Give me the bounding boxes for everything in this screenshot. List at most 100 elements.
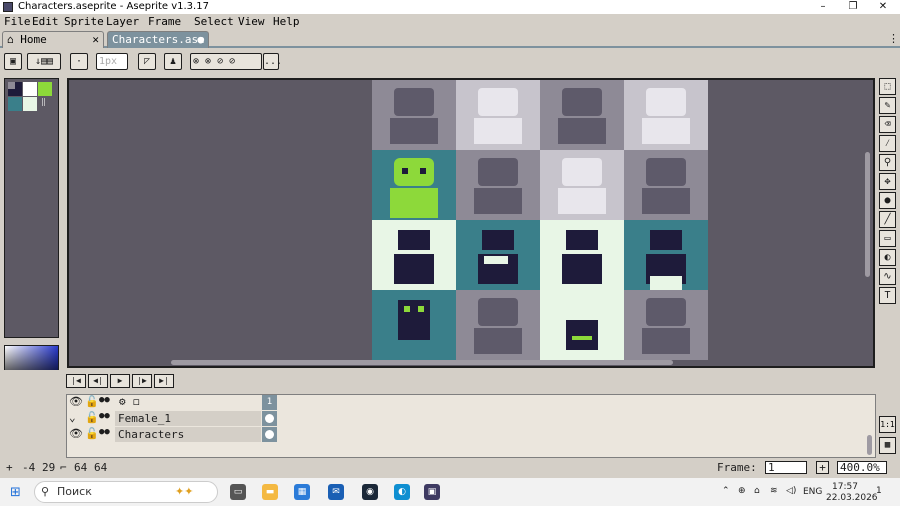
timeline-scale-button[interactable]: 1:1: [879, 416, 896, 433]
continuous-header-icon[interactable]: ●●: [99, 395, 110, 405]
spray-tool-icon[interactable]: ∿: [879, 268, 896, 285]
ink-icon[interactable]: ◸: [138, 53, 156, 70]
layer-name[interactable]: Characters: [115, 427, 261, 442]
play-icon[interactable]: ▶: [110, 374, 130, 388]
tabs-menu-icon[interactable]: ⋮⋮: [888, 32, 900, 45]
palette-swatch[interactable]: [38, 82, 52, 96]
lock-icon[interactable]: 🔓: [85, 411, 99, 424]
brush-type-icon[interactable]: ·: [70, 53, 88, 70]
lock-icon[interactable]: 🔓: [85, 427, 99, 440]
marquee-tool-icon[interactable]: ⬚: [879, 78, 896, 95]
previous-frame-icon[interactable]: ◀|: [88, 374, 108, 388]
tab-home[interactable]: ⌂ Home ✕: [2, 31, 104, 48]
close-button[interactable]: ✕: [868, 0, 898, 14]
cel[interactable]: [262, 411, 277, 426]
task-view-icon[interactable]: ▭: [230, 484, 246, 500]
timeline-scrollbar[interactable]: [867, 435, 872, 455]
horizontal-scrollbar[interactable]: [171, 360, 673, 365]
sprite-editor[interactable]: [67, 78, 875, 368]
first-frame-icon[interactable]: |◀: [66, 374, 86, 388]
zoom-tool-icon[interactable]: ⚲: [879, 154, 896, 171]
menu-frame[interactable]: Frame: [148, 15, 181, 28]
layer-name[interactable]: Female_1: [115, 411, 261, 426]
next-frame-icon[interactable]: |▶: [132, 374, 152, 388]
frame-input[interactable]: 1: [765, 461, 807, 474]
taskbar-search[interactable]: ⚲ Поиск ✦✦: [34, 481, 218, 503]
cel-dot-icon: [265, 430, 274, 439]
minimize-button[interactable]: –: [808, 0, 838, 14]
layers-area: 👁 🔓 ●● ⚙ ◻ 1 ⌄ 🔓 ●● Female_1 👁 🔓 ●● Char…: [66, 394, 876, 458]
text-tool-icon[interactable]: T: [879, 287, 896, 304]
brush-size-input[interactable]: 1px: [96, 53, 128, 70]
modified-indicator[interactable]: ●: [197, 33, 204, 46]
visibility-icon[interactable]: ⌄: [69, 411, 76, 424]
continuous-icon[interactable]: ●●: [99, 411, 110, 421]
maximize-button[interactable]: ❐: [838, 0, 868, 14]
visibility-icon[interactable]: 👁: [69, 427, 83, 440]
pencil-tool-icon[interactable]: ✎: [879, 97, 896, 114]
eraser-tool-icon[interactable]: ⌫: [879, 116, 896, 133]
lock-icon[interactable]: ▣: [4, 53, 22, 70]
menu-select[interactable]: Select: [194, 15, 234, 28]
palette-swatch[interactable]: [23, 97, 37, 111]
vertical-scrollbar[interactable]: [865, 152, 870, 277]
blur-tool-icon[interactable]: ◐: [879, 249, 896, 266]
file-explorer-icon[interactable]: ▬: [262, 484, 278, 500]
steam-icon[interactable]: ◉: [362, 484, 378, 500]
tray-volume-icon[interactable]: ◁): [786, 486, 796, 496]
edge-icon[interactable]: ◐: [394, 484, 410, 500]
frame-number[interactable]: 1: [262, 395, 277, 410]
notification-count[interactable]: 1: [876, 486, 882, 496]
palette-swatch[interactable]: [8, 82, 15, 89]
visibility-header-icon[interactable]: 👁: [69, 395, 83, 408]
menu-sprite[interactable]: Sprite: [64, 15, 104, 28]
layer-row[interactable]: ⌄ 🔓 ●● Female_1: [67, 411, 279, 427]
move-tool-icon[interactable]: ✥: [879, 173, 896, 190]
zoom-input[interactable]: 400.0%: [837, 461, 887, 474]
store-icon[interactable]: ▦: [294, 484, 310, 500]
palette-swatch[interactable]: [8, 97, 22, 111]
add-frame-button[interactable]: +: [816, 461, 829, 474]
symmetry-options-icon[interactable]: ⊗ ⊗ ⊘ ⊘: [190, 53, 262, 70]
clock-date[interactable]: 22.03.2026: [826, 493, 878, 503]
copilot-sparkle-icon[interactable]: ✦✦: [175, 482, 193, 502]
sprite-canvas[interactable]: [372, 80, 710, 360]
tray-app-icon[interactable]: ⊕: [738, 486, 746, 496]
pixel-perfect-icon[interactable]: ♟: [164, 53, 182, 70]
tray-chevron-icon[interactable]: ⌃: [722, 486, 730, 496]
windows-start-icon[interactable]: ⊞: [10, 485, 21, 500]
palette-scroll-icon[interactable]: ‖: [41, 97, 46, 106]
language-indicator[interactable]: ENG: [803, 487, 822, 497]
aseprite-taskbar-icon[interactable]: ▣: [424, 484, 440, 500]
aseprite-window: Characters.aseprite - Aseprite v1.3.17 –…: [0, 0, 900, 506]
home-icon: ⌂: [7, 33, 14, 46]
layer-settings-icon[interactable]: ⚙: [119, 395, 126, 408]
fill-tool-icon[interactable]: ●: [879, 192, 896, 209]
rectangle-tool-icon[interactable]: ▭: [879, 230, 896, 247]
line-tool-icon[interactable]: ╱: [879, 211, 896, 228]
layer-row[interactable]: 👁 🔓 ●● Characters: [67, 427, 279, 443]
menu-edit[interactable]: Edit: [32, 15, 59, 28]
clock-time[interactable]: 17:57: [832, 482, 858, 492]
tab-characters[interactable]: Characters.ase ●: [107, 31, 209, 48]
layer-link-icon[interactable]: ◻: [133, 395, 140, 408]
tray-network-icon[interactable]: ⌂: [754, 486, 760, 496]
menu-bar: File Edit Sprite Layer Frame Select View…: [0, 14, 900, 30]
menu-layer[interactable]: Layer: [106, 15, 139, 28]
timeline-film-icon[interactable]: ▦: [879, 437, 896, 454]
continuous-icon[interactable]: ●●: [99, 427, 110, 437]
tab-close-icon[interactable]: ✕: [92, 33, 99, 46]
menu-file[interactable]: File: [4, 15, 31, 28]
mail-icon[interactable]: ✉: [328, 484, 344, 500]
last-frame-icon[interactable]: ▶|: [154, 374, 174, 388]
tray-wifi-icon[interactable]: ≋: [770, 486, 778, 496]
search-icon: ⚲: [41, 485, 50, 498]
palette-swatch[interactable]: [23, 82, 37, 96]
tool-options-icon[interactable]: ↓▤▤: [27, 53, 61, 70]
more-options-button[interactable]: ...: [263, 53, 282, 70]
eyedropper-tool-icon[interactable]: ⁄: [879, 135, 896, 152]
cel[interactable]: [262, 427, 277, 442]
menu-help[interactable]: Help: [273, 15, 300, 28]
lock-header-icon[interactable]: 🔓: [85, 395, 99, 408]
menu-view[interactable]: View: [238, 15, 265, 28]
